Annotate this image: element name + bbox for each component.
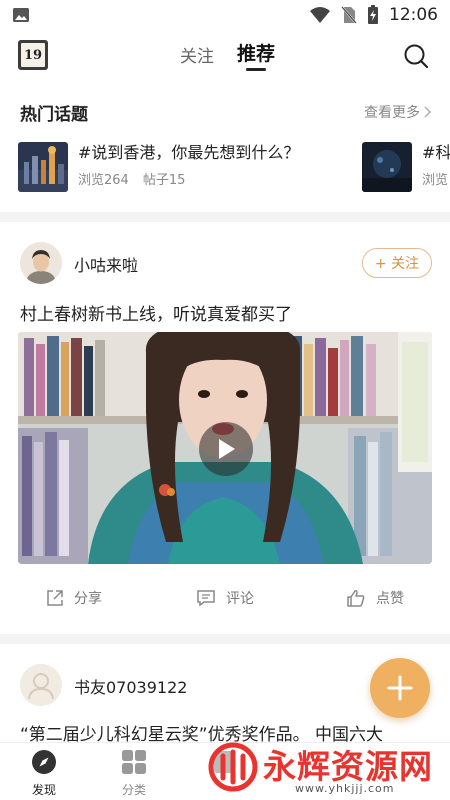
gallery-icon: [13, 8, 29, 22]
like-label: 点赞: [376, 591, 404, 607]
comment-icon: [197, 590, 215, 607]
username[interactable]: 书友07039122: [74, 674, 187, 698]
username[interactable]: 小咕来啦: [74, 252, 138, 276]
topic-name: #科: [422, 143, 450, 162]
hot-topics-section: 热门话题 查看更多 #说到香港，你最先想到什么？ 浏览264 帖子15 #科 浏…: [0, 90, 450, 208]
nav-category[interactable]: 分类: [104, 749, 164, 798]
topic-views: 浏览264: [78, 173, 129, 188]
nav-category-label: 分类: [121, 783, 146, 797]
status-time: 12:06: [389, 5, 438, 25]
topic-thumbnail: [362, 142, 412, 192]
video-player[interactable]: [18, 332, 432, 564]
post-text[interactable]: 村上春树新书上线，听说真爱都买了: [20, 300, 292, 325]
compass-icon: [32, 750, 56, 774]
nav-discover[interactable]: 发现: [14, 749, 74, 798]
thumbs-up-icon: [347, 590, 365, 607]
no-sim-icon: [341, 6, 357, 24]
app-logo[interactable]: 19: [18, 40, 48, 70]
watermark-url: www.yhkjjj.com: [295, 782, 395, 795]
battery-charging-icon: [368, 5, 378, 24]
post-actions: 分享 评论 点赞: [0, 578, 450, 618]
watermark-logo: [208, 742, 258, 792]
search-icon[interactable]: [402, 42, 430, 70]
grid-icon: [122, 750, 146, 774]
topic-posts: 帖子15: [142, 173, 186, 188]
topic-thumbnail: [18, 142, 68, 192]
like-button[interactable]: 点赞: [346, 588, 404, 608]
active-tab-indicator: [246, 68, 266, 71]
comment-button[interactable]: 评论: [196, 588, 254, 608]
see-more-link[interactable]: 查看更多: [364, 102, 432, 122]
play-icon: [219, 439, 235, 459]
avatar[interactable]: [20, 664, 62, 706]
tab-recommend[interactable]: 推荐: [237, 39, 275, 66]
top-nav: 19 关注 推荐: [0, 30, 450, 82]
plus-icon: [387, 675, 413, 701]
post-card: 小咕来啦 + 关注 村上春树新书上线，听说真爱都买了 分享 评论 点赞: [0, 222, 450, 630]
follow-button[interactable]: + 关注: [362, 248, 432, 278]
section-divider: [0, 212, 450, 222]
create-post-button[interactable]: [370, 658, 430, 718]
see-more-label: 查看更多: [364, 105, 420, 121]
nav-discover-label: 发现: [31, 783, 56, 797]
app-logo-text: 19: [21, 43, 45, 67]
topic-name: #说到香港，你最先想到什么？: [78, 143, 300, 162]
comment-label: 评论: [226, 591, 254, 607]
play-button[interactable]: [199, 422, 253, 476]
topic-card[interactable]: #科 浏览: [362, 142, 450, 192]
section-divider: [0, 634, 450, 644]
topic-views: 浏览: [422, 173, 449, 188]
share-button[interactable]: 分享: [46, 588, 102, 608]
avatar[interactable]: [20, 242, 62, 284]
status-bar: 12:06: [0, 0, 450, 30]
hot-topics-title: 热门话题: [20, 105, 88, 125]
wifi-icon: [310, 7, 330, 23]
share-label: 分享: [74, 591, 102, 607]
watermark-text: 永辉资源网: [263, 747, 433, 786]
watermark: 永辉资源网 www.yhkjjj.com: [205, 738, 440, 798]
topic-card[interactable]: #说到香港，你最先想到什么？ 浏览264 帖子15: [18, 142, 299, 192]
share-icon: [47, 590, 63, 606]
chevron-right-icon: [424, 106, 431, 118]
tab-follow[interactable]: 关注: [180, 42, 214, 67]
